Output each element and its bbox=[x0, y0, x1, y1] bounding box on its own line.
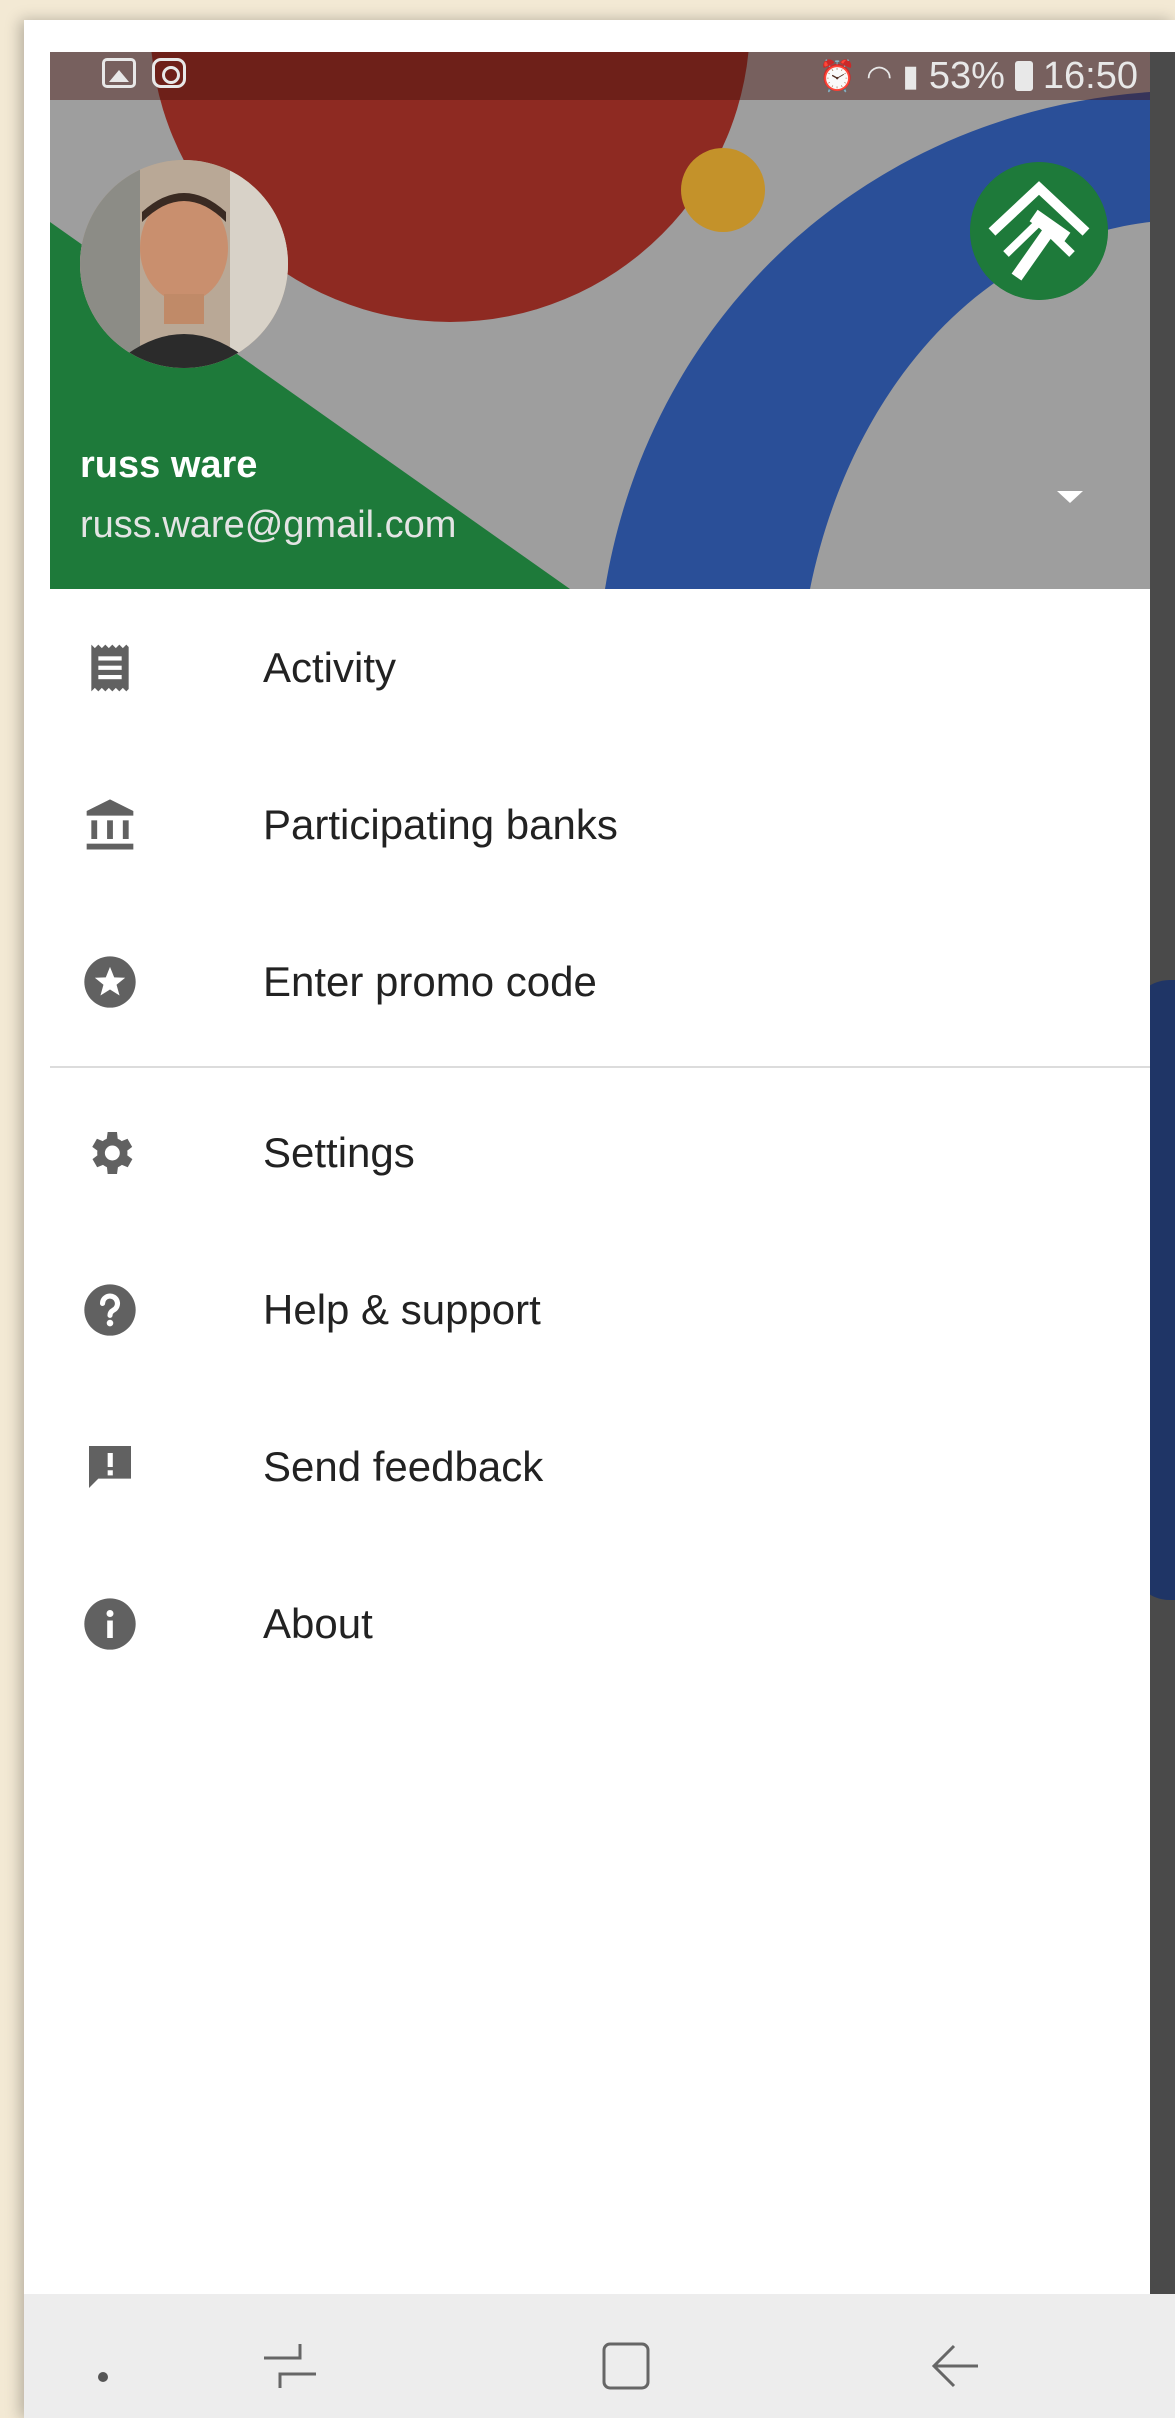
gallery-notification-icon bbox=[102, 58, 136, 88]
help-icon bbox=[80, 1280, 140, 1340]
system-navigation-bar bbox=[24, 2294, 1175, 2418]
wifi-icon: ◠ bbox=[866, 59, 893, 93]
account-email: russ.ware@gmail.com bbox=[80, 504, 457, 546]
instagram-notification-icon bbox=[152, 58, 186, 88]
menu-divider bbox=[50, 1066, 1150, 1068]
home-button[interactable] bbox=[596, 2338, 656, 2399]
status-bar: ⏰ ◠ ▮ 53% 16:50 bbox=[50, 52, 1150, 100]
battery-percent: 53% bbox=[928, 54, 1005, 97]
menu-item-label: Send feedback bbox=[263, 1442, 544, 1490]
clock: 16:50 bbox=[1042, 54, 1138, 97]
menu-item-label: Enter promo code bbox=[263, 957, 597, 1005]
menu-item-label: About bbox=[263, 1599, 373, 1647]
account-name: russ ware bbox=[80, 444, 258, 486]
gear-icon bbox=[80, 1123, 140, 1183]
back-icon bbox=[931, 2344, 978, 2388]
menu-item-label: Participating banks bbox=[263, 800, 618, 848]
menu-item-label: Help & support bbox=[263, 1285, 541, 1333]
menu-item-label: Settings bbox=[263, 1128, 415, 1176]
navigation-drawer: ⏰ ◠ ▮ 53% 16:50 russ ware russ.ware@gmai… bbox=[50, 52, 1150, 2294]
info-icon bbox=[80, 1594, 140, 1654]
drawer-menu: Activity Participating banks Enter promo… bbox=[50, 589, 1150, 1702]
account-header: ⏰ ◠ ▮ 53% 16:50 russ ware russ.ware@gmai… bbox=[50, 52, 1150, 589]
avatar[interactable] bbox=[80, 160, 288, 368]
battery-icon bbox=[1014, 61, 1033, 91]
menu-item-promo-code[interactable]: Enter promo code bbox=[50, 903, 1150, 1060]
recent-apps-button[interactable] bbox=[260, 2338, 320, 2399]
signal-icon: ▮ bbox=[902, 59, 919, 93]
home-icon bbox=[602, 2342, 650, 2390]
menu-item-about[interactable]: About bbox=[50, 1545, 1150, 1702]
menu-item-send-feedback[interactable]: Send feedback bbox=[50, 1388, 1150, 1545]
menu-item-activity[interactable]: Activity bbox=[50, 589, 1150, 746]
bank-icon bbox=[80, 795, 140, 855]
feedback-icon bbox=[80, 1437, 140, 1497]
app-logo bbox=[970, 162, 1108, 300]
menu-item-help[interactable]: Help & support bbox=[50, 1231, 1150, 1388]
menu-item-label: Activity bbox=[263, 643, 397, 691]
star-circle-icon bbox=[80, 952, 140, 1012]
account-switcher-button[interactable] bbox=[1050, 482, 1090, 512]
menu-item-settings[interactable]: Settings bbox=[50, 1074, 1150, 1231]
back-button[interactable] bbox=[924, 2338, 984, 2399]
receipt-icon bbox=[80, 638, 140, 698]
recent-apps-icon bbox=[264, 2344, 316, 2388]
dropdown-arrow-icon bbox=[1057, 491, 1083, 503]
alarm-icon: ⏰ bbox=[818, 59, 857, 93]
menu-item-participating-banks[interactable]: Participating banks bbox=[50, 746, 1150, 903]
nav-indicator-dot bbox=[98, 2372, 108, 2382]
